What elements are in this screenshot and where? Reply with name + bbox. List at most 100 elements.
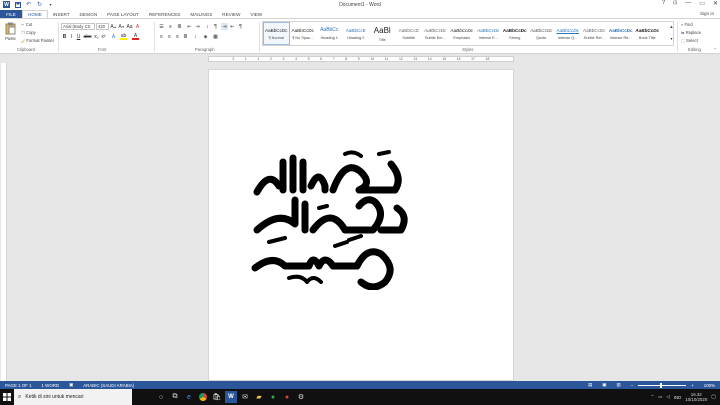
style-subtle-reference[interactable]: AaBbCcDc Subtle Ref...	[581, 22, 608, 45]
rtl-direction-icon[interactable]: ⇤	[229, 23, 236, 30]
bullets-icon[interactable]: ☰	[158, 23, 165, 30]
paragraph-mark-icon[interactable]: ¶	[237, 23, 244, 30]
style-title[interactable]: AaBl Title	[369, 22, 396, 45]
zoom-slider[interactable]	[638, 382, 687, 388]
tab-home[interactable]: HOME	[22, 10, 48, 18]
bold-button[interactable]: B	[61, 33, 68, 40]
style-intense-reference[interactable]: AaBbCcDc Intense Re...	[608, 22, 635, 45]
font-name-combo[interactable]: Arial (Body CS	[61, 23, 95, 30]
store-icon[interactable]: 🛍	[210, 390, 224, 404]
zoom-out-button[interactable]: −	[626, 383, 639, 388]
style-no-spacing[interactable]: AaBbCcDc ¶ No Spac...	[290, 22, 317, 45]
zoom-in-button[interactable]: +	[686, 383, 699, 388]
cortana-icon[interactable]: ○	[154, 390, 168, 404]
borders-icon[interactable]: ▦	[212, 33, 219, 40]
chrome-icon[interactable]	[196, 390, 210, 404]
close-button[interactable]: ✕	[713, 0, 718, 7]
align-center-icon[interactable]: ≡	[166, 33, 173, 40]
start-windows-icon[interactable]	[0, 390, 14, 404]
tab-file[interactable]: FILE	[0, 10, 22, 18]
increase-indent-icon[interactable]: ⇥	[194, 23, 201, 30]
zoom-level[interactable]: 100%	[699, 383, 720, 388]
word-taskbar-icon[interactable]: W	[225, 391, 237, 403]
italic-button[interactable]: I	[68, 33, 75, 40]
mail-icon[interactable]: ✉	[238, 390, 252, 404]
strikethrough-button[interactable]: abc	[83, 33, 91, 40]
styles-scroll-icon[interactable]: ▲	[668, 23, 675, 30]
style-quote[interactable]: AaBbCcDc Quote	[528, 22, 555, 45]
style-normal[interactable]: AaBbCcDc ¶ Normal	[263, 22, 290, 45]
grow-font-icon[interactable]: A ▲	[110, 23, 117, 30]
sign-in-link[interactable]: Sign in	[700, 11, 714, 16]
copy-button[interactable]: ❐ Copy	[21, 30, 36, 35]
ribbon-display-options-icon[interactable]: ⊡	[673, 0, 677, 7]
tab-references[interactable]: REFERENCES	[144, 10, 185, 18]
shrink-font-icon[interactable]: A ▼	[118, 23, 125, 30]
settings-gear-icon[interactable]: ⚙	[294, 390, 308, 404]
notifications-icon[interactable]: ▢	[711, 394, 716, 400]
font-size-combo[interactable]: 420	[96, 23, 109, 30]
show-marks-icon[interactable]: ¶	[212, 23, 219, 30]
clear-formatting-icon[interactable]: A	[134, 23, 141, 30]
line-spacing-icon[interactable]: ↕	[192, 33, 199, 40]
select-button[interactable]: ⬚ Select	[681, 38, 698, 43]
paste-button[interactable]: Paste	[3, 22, 18, 44]
zoom-slider-thumb[interactable]	[660, 382, 663, 388]
style-book-title[interactable]: AaBbCcDc Book Title	[634, 22, 661, 45]
superscript-button[interactable]: x²	[100, 33, 107, 40]
underline-button[interactable]: U	[75, 33, 82, 40]
cut-button[interactable]: ✂ Cut	[21, 22, 32, 27]
find-button[interactable]: ⌕ Find	[681, 22, 693, 27]
align-right-icon[interactable]: ≡	[174, 33, 181, 40]
tab-insert[interactable]: INSERT	[48, 10, 75, 18]
align-left-icon[interactable]: ≡	[158, 33, 165, 40]
document-page[interactable]	[208, 69, 514, 381]
numbering-icon[interactable]: ≡	[167, 23, 174, 30]
tab-page-layout[interactable]: PAGE LAYOUT	[102, 10, 144, 18]
volume-icon[interactable]: ◁	[666, 394, 669, 400]
justify-icon[interactable]: ≣	[182, 33, 189, 40]
ruler-bar[interactable]: 2 1 1 2 3 4 5 6 7 8 9 10 11 12 13 14 15 16 17 18	[208, 56, 514, 62]
tab-design[interactable]: DESIGN	[75, 10, 103, 18]
clock[interactable]: 16.32 10/10/2020	[685, 392, 707, 403]
tab-review[interactable]: REVIEW	[217, 10, 245, 18]
proofing-icon[interactable]: ▣	[64, 382, 78, 388]
change-case-icon[interactable]: Aa	[126, 23, 133, 30]
minimize-button[interactable]: —	[685, 0, 691, 7]
style-intense-emphasis[interactable]: AaBbCcDc Intense E...	[475, 22, 502, 45]
app-icon-red[interactable]: ●	[280, 390, 294, 404]
highlight-color-icon[interactable]: ab	[120, 33, 127, 40]
collapse-ribbon-icon[interactable]: ⌃	[714, 47, 717, 52]
tab-view[interactable]: VIEW	[245, 10, 267, 18]
style-emphasis[interactable]: AaBbCcDc Emphasis	[449, 22, 476, 45]
language-status[interactable]: ARABIC (SAUDI ARABIA)	[78, 383, 139, 388]
input-language[interactable]: IND	[674, 395, 682, 400]
word-count-status[interactable]: 1 WORD	[37, 383, 65, 388]
shading-icon[interactable]: ◈	[202, 33, 209, 40]
replace-button[interactable]: ⇆ Replace	[681, 30, 701, 35]
ltr-direction-icon[interactable]: ⇥	[221, 23, 228, 30]
decrease-indent-icon[interactable]: ⇤	[186, 23, 193, 30]
task-view-icon[interactable]: ⧉	[168, 390, 182, 404]
tab-mailings[interactable]: MAILINGS	[185, 10, 217, 18]
taskbar-search-box[interactable]: ⌕ Ketik di sini untuk mencari	[14, 389, 132, 405]
font-color-icon[interactable]: A	[132, 33, 139, 40]
read-mode-icon[interactable]: ▤	[583, 382, 597, 388]
web-layout-icon[interactable]: ▥	[611, 382, 625, 388]
app-icon-green[interactable]: ●	[266, 390, 280, 404]
network-icon[interactable]: ▭	[658, 394, 662, 400]
text-effects-icon[interactable]: A	[110, 33, 117, 40]
tray-chevron-icon[interactable]: ⌃	[650, 394, 654, 400]
print-layout-icon[interactable]: ▣	[597, 382, 611, 388]
styles-more-icon[interactable]: ▾	[668, 35, 675, 42]
page-count-status[interactable]: PAGE 1 OF 1	[0, 383, 37, 388]
style-heading-1[interactable]: AaBbCc Heading 1	[316, 22, 343, 45]
multilevel-list-icon[interactable]: ≣	[176, 23, 183, 30]
format-painter-button[interactable]: 🖌Format Painter	[21, 38, 54, 44]
style-subtle-emphasis[interactable]: AaBbCcDc Subtle Em...	[422, 22, 449, 45]
subscript-button[interactable]: x₂	[93, 33, 100, 40]
style-subtitle[interactable]: AaBbCcD Subtitle	[396, 22, 423, 45]
help-button[interactable]: ?	[662, 0, 665, 7]
style-intense-quote[interactable]: AaBbCcDc Intense Q...	[555, 22, 582, 45]
file-explorer-icon[interactable]: ▰	[252, 390, 266, 404]
